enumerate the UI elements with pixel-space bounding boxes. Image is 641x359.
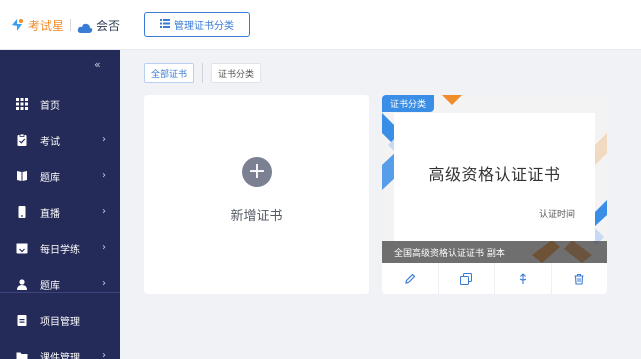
delete-icon[interactable]: [552, 263, 608, 294]
book-icon: [16, 170, 28, 182]
tab-label: 证书分类: [218, 69, 255, 80]
clipboard-check-icon: [16, 314, 28, 326]
tab-divider: [202, 63, 204, 83]
certificate-title: 高级资格认证证书: [428, 165, 561, 184]
cloud-icon: [77, 19, 93, 33]
sidebar-item-exam[interactable]: 考试 ›: [0, 122, 120, 158]
top-bar: 考试星 会否 管理证书分类: [0, 0, 641, 50]
chevron-right-icon: ›: [102, 278, 106, 289]
chevron-right-icon: ›: [102, 242, 106, 253]
clipboard-icon: [16, 133, 28, 146]
manage-category-label: 管理证书分类: [174, 21, 234, 32]
sidebar-item-label: 每日学练: [40, 244, 80, 256]
copy-icon[interactable]: [439, 263, 495, 294]
share-icon[interactable]: [495, 263, 552, 294]
chevron-right-icon: ›: [102, 170, 106, 181]
plus-icon: +: [242, 157, 272, 187]
certificate-time-label: 认证时间: [538, 210, 575, 220]
logo-icon: [8, 16, 26, 34]
double-chevron-left-icon[interactable]: «: [94, 58, 101, 71]
sidebar-item-label: 直播: [40, 208, 60, 220]
brand[interactable]: 考试星 会否: [8, 14, 120, 36]
sidebar: « 首页 考试 › 题库 › 直播 › 每日学练 › 题库 › 项目管理 课件管…: [0, 50, 120, 359]
tab-certificate-category[interactable]: 证书分类: [211, 63, 262, 83]
sidebar-divider: [0, 292, 120, 293]
sidebar-item-live[interactable]: 直播 ›: [0, 194, 120, 230]
sidebar-item-project-management[interactable]: 项目管理: [0, 302, 120, 338]
certificate-preview: 高级资格认证证书 认证时间 证书分类 全国高级资格认证证书 副本: [382, 95, 607, 263]
sidebar-item-label: 课件管理: [40, 352, 80, 359]
sidebar-item-courseware[interactable]: 课件管理 ›: [0, 338, 120, 359]
sidebar-item-home[interactable]: 首页: [0, 86, 120, 122]
sidebar-item-label: 考试: [40, 136, 60, 148]
sidebar-item-question-bank[interactable]: 题库 ›: [0, 158, 120, 194]
list-icon: [160, 18, 170, 31]
brand-name: 考试星: [28, 18, 65, 33]
certificate-caption: 全国高级资格认证证书 副本: [382, 241, 607, 263]
edit-icon[interactable]: [382, 263, 439, 294]
brand-divider: [70, 19, 72, 31]
sidebar-item-label: 题库: [40, 172, 60, 184]
sidebar-item-label: 题库: [40, 280, 60, 292]
chevron-right-icon: ›: [102, 134, 106, 145]
users-icon: [16, 278, 28, 290]
grid-icon: [16, 98, 28, 110]
calendar-icon: [16, 242, 28, 254]
add-certificate-label: 新增证书: [230, 209, 283, 224]
category-badge: 证书分类: [382, 95, 435, 112]
folder-icon: [16, 350, 28, 359]
certificate-card[interactable]: 高级资格认证证书 认证时间 证书分类 全国高级资格认证证书 副本: [382, 95, 607, 294]
certificate-actions: [382, 263, 607, 294]
sidebar-item-daily-practice[interactable]: 每日学练 ›: [0, 230, 120, 266]
chevron-right-icon: ›: [102, 206, 106, 217]
sidebar-item-label: 项目管理: [40, 316, 80, 328]
tab-all-certificates[interactable]: 全部证书: [144, 63, 195, 83]
add-certificate-card[interactable]: + 新增证书: [144, 95, 369, 294]
tab-bar: 全部证书 证书分类: [144, 63, 262, 83]
sidebar-item-question-bank-2[interactable]: 题库 ›: [0, 266, 120, 302]
tab-label: 全部证书: [151, 69, 188, 80]
phone-icon: [16, 206, 28, 218]
brand-subtitle: 会否: [96, 18, 121, 33]
chevron-right-icon: ›: [102, 350, 106, 359]
manage-category-button[interactable]: 管理证书分类: [144, 12, 250, 37]
sidebar-nav: 首页 考试 › 题库 › 直播 › 每日学练 › 题库 › 项目管理 课件管理 …: [0, 86, 120, 359]
sidebar-item-label: 首页: [40, 100, 60, 112]
